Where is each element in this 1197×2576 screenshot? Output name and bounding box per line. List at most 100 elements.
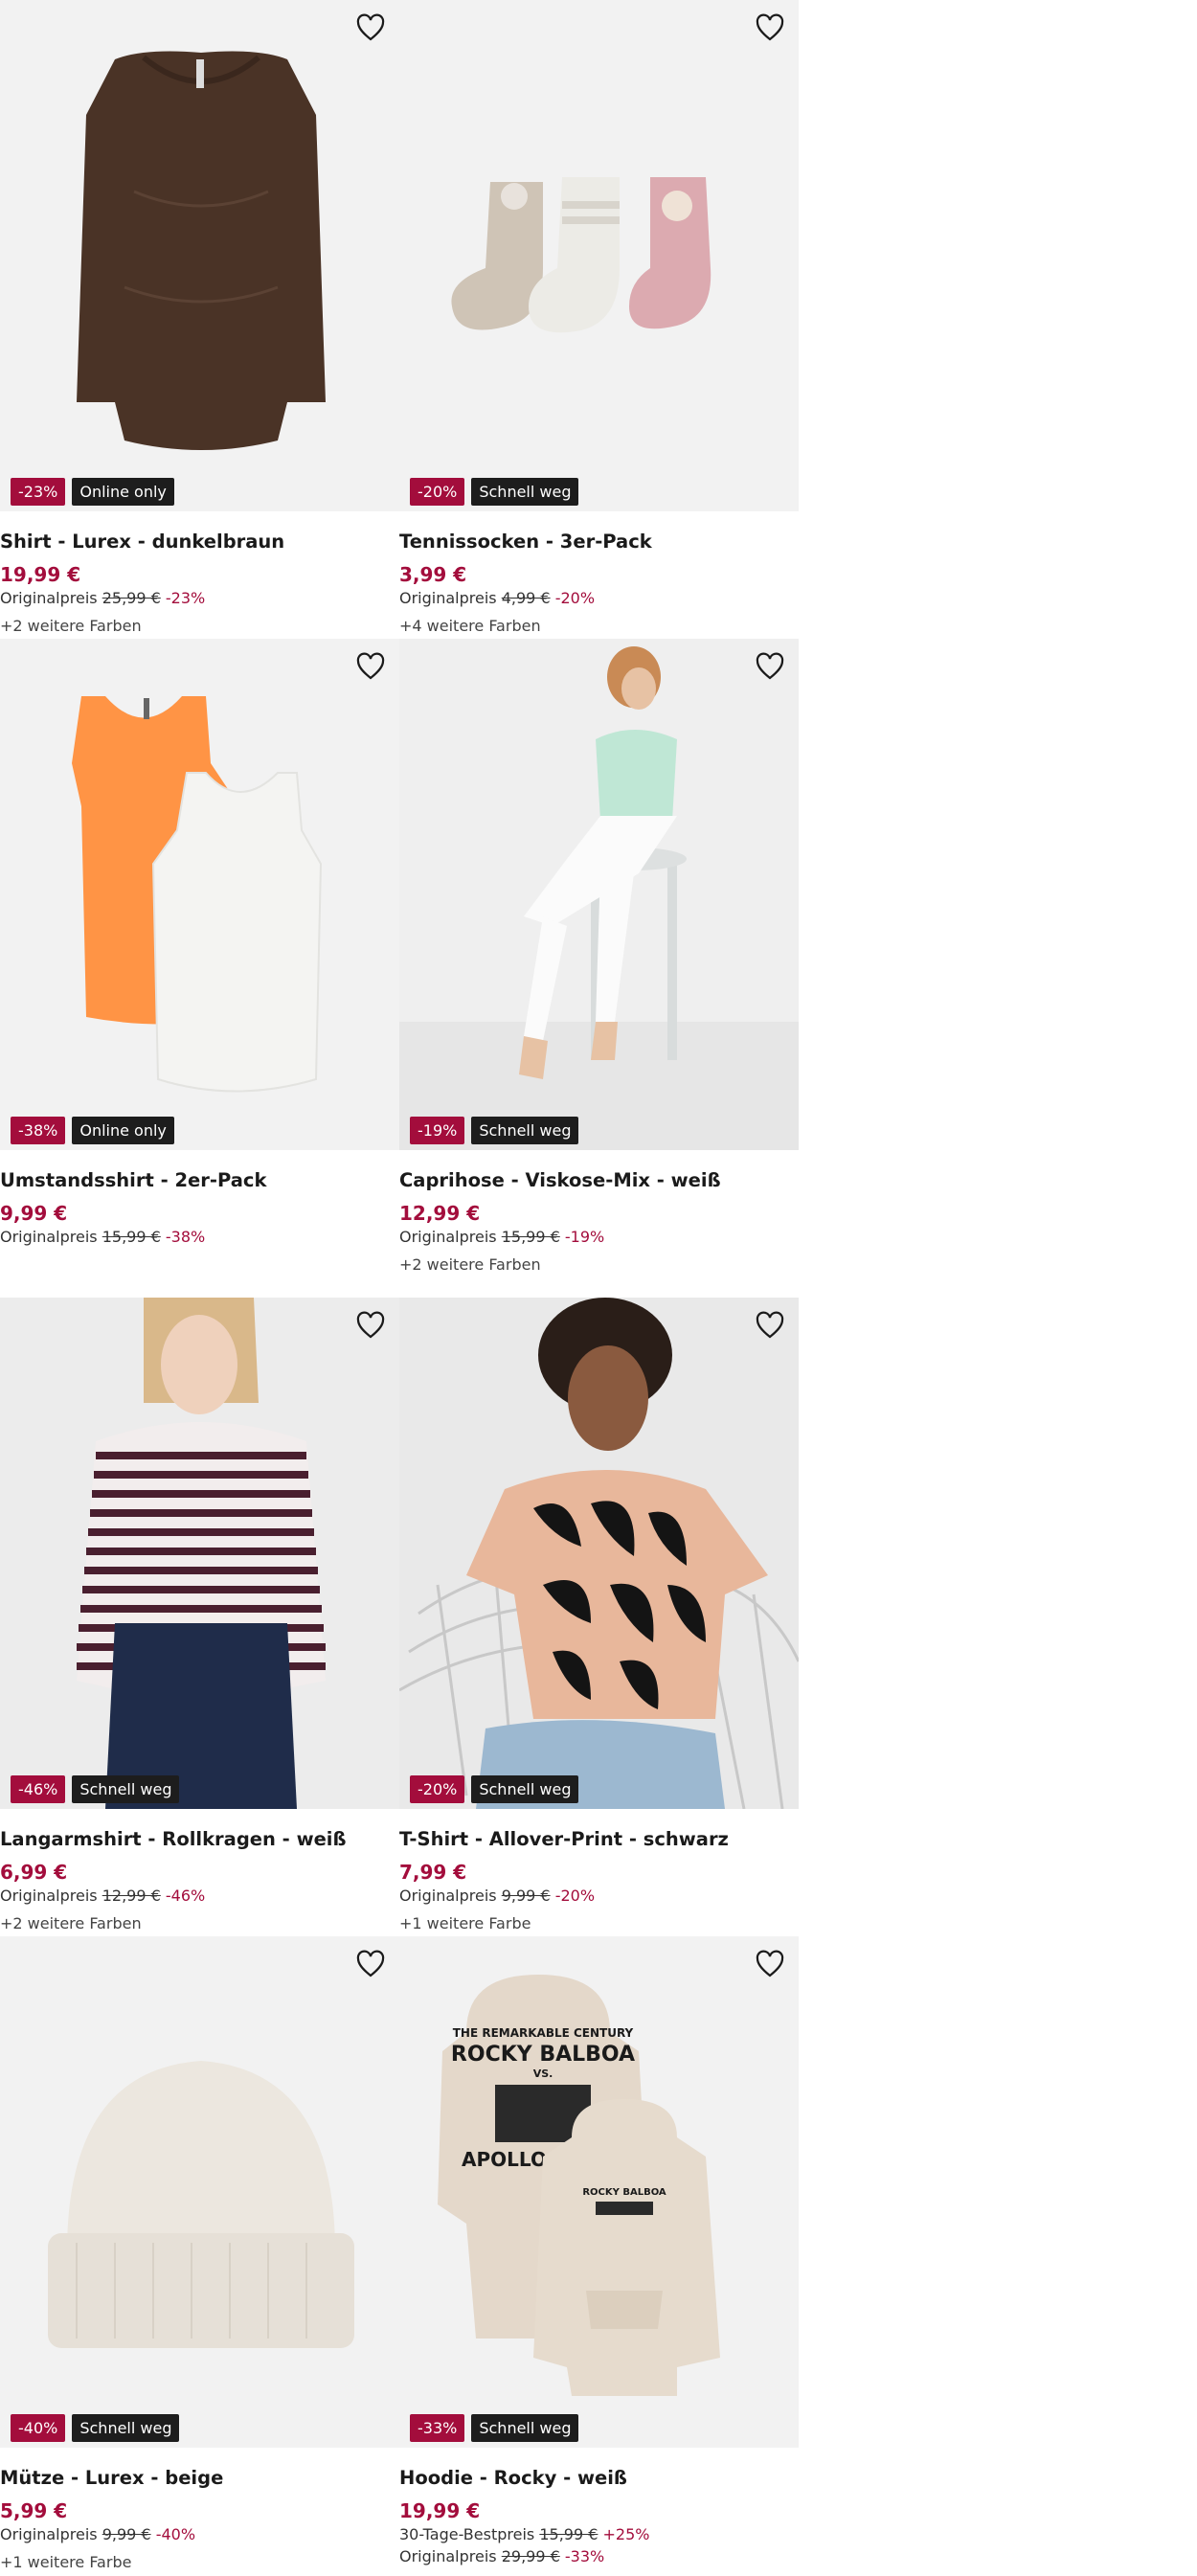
product-title[interactable]: Shirt - Lurex - dunkelbraun	[0, 529, 399, 555]
heart-outline-icon[interactable]	[355, 1311, 386, 1340]
old-price: 15,99 €	[501, 1228, 560, 1246]
model-capri-image	[399, 646, 799, 1150]
price-line: Originalpreis 9,99 € -20%	[399, 1885, 799, 1907]
price-line-label: 30-Tage-Bestpreis	[399, 2525, 535, 2543]
more-colors[interactable]: +2 weitere Farben	[0, 614, 399, 638]
price-line-label: Originalpreis	[399, 1887, 497, 1905]
flag-badge: Schnell weg	[471, 1117, 579, 1144]
price-line: Originalpreis 9,99 € -40%	[0, 2523, 399, 2545]
more-colors[interactable]: +1 weitere Farbe	[399, 1911, 799, 1935]
discount-badge: -40%	[11, 2414, 66, 2442]
price-line: Originalpreis 4,99 € -20%	[399, 587, 799, 609]
product-image[interactable]: -38% Online only	[0, 639, 399, 1150]
badge-row: -33% Schnell weg	[410, 2414, 579, 2442]
flag-badge: Schnell weg	[72, 2414, 180, 2442]
hoodies-image: THE REMARKABLE CENTURY ROCKY BALBOA VS. …	[438, 1975, 720, 2396]
more-colors[interactable]: +1 weitere Farbe	[0, 2550, 399, 2574]
product-image[interactable]: -46% Schnell weg	[0, 1298, 399, 1809]
product-price: 3,99 €	[399, 563, 467, 586]
badge-row: -38% Online only	[11, 1117, 174, 1144]
product-price: 12,99 €	[399, 1202, 481, 1225]
flag-badge: Schnell weg	[471, 2414, 579, 2442]
discount-badge: -20%	[410, 1775, 465, 1803]
old-price: 9,99 €	[501, 1887, 551, 1905]
heart-outline-icon[interactable]	[355, 1950, 386, 1978]
old-price: 15,99 €	[539, 2525, 598, 2543]
product-info: Caprihose - Viskose-Mix - weiß 12,99 € O…	[399, 1150, 799, 1277]
price-line: Originalpreis 15,99 € -38%	[0, 1226, 399, 1248]
product-title[interactable]: Langarmshirt - Rollkragen - weiß	[0, 1826, 399, 1853]
product-info: Tennissocken - 3er-Pack 3,99 € Originalp…	[399, 511, 799, 638]
price-line-label: Originalpreis	[0, 2525, 98, 2543]
price-line-label: Originalpreis	[399, 1228, 497, 1246]
flag-badge: Schnell weg	[471, 1775, 579, 1803]
product-title[interactable]: Mütze - Lurex - beige	[0, 2465, 399, 2492]
discount-badge: -19%	[410, 1117, 465, 1144]
flag-badge: Schnell weg	[471, 478, 579, 506]
product-image[interactable]: -20% Schnell weg	[399, 0, 799, 511]
price-line: Originalpreis 29,99 € -33%	[399, 2545, 799, 2567]
product-title[interactable]: Tennissocken - 3er-Pack	[399, 529, 799, 555]
heart-outline-icon[interactable]	[755, 1950, 785, 1978]
more-colors[interactable]: +2 weitere Farben	[399, 1253, 799, 1277]
product-image[interactable]: -19% Schnell weg	[399, 639, 799, 1150]
price-line-label: Originalpreis	[399, 589, 497, 607]
price-percent: -40%	[155, 2525, 196, 2543]
more-colors[interactable]: +2 weitere Farben	[0, 1911, 399, 1935]
price-percent: -38%	[165, 1228, 206, 1246]
product-image[interactable]: -40% Schnell weg	[0, 1936, 399, 2448]
product-image[interactable]: THE REMARKABLE CENTURY ROCKY BALBOA VS. …	[399, 1936, 799, 2448]
product-title[interactable]: Hoodie - Rocky - weiß	[399, 2465, 799, 2492]
old-price: 4,99 €	[501, 589, 551, 607]
price-line: Originalpreis 12,99 € -46%	[0, 1885, 399, 1907]
product-image[interactable]: -20% Schnell weg	[399, 1298, 799, 1809]
product-price: 6,99 €	[0, 1861, 68, 1884]
product-info: Umstandsshirt - 2er-Pack 9,99 € Original…	[0, 1150, 399, 1277]
price-percent: -20%	[554, 1887, 596, 1905]
discount-badge: -23%	[11, 478, 66, 506]
product-price: 19,99 €	[0, 563, 81, 586]
heart-outline-icon[interactable]	[755, 1311, 785, 1340]
product-price: 9,99 €	[0, 1202, 68, 1225]
product-price: 19,99 €	[399, 2499, 481, 2522]
heart-outline-icon[interactable]	[755, 652, 785, 681]
tank-tops-image	[72, 696, 323, 1093]
brown-shirt-image	[77, 51, 326, 450]
hoodie-print-line3: VS.	[533, 2068, 553, 2080]
product-price: 5,99 €	[0, 2499, 68, 2522]
product-title[interactable]: Caprihose - Viskose-Mix - weiß	[399, 1167, 799, 1194]
price-percent: -46%	[165, 1887, 206, 1905]
hoodie-print-line2: ROCKY BALBOA	[451, 2043, 635, 2067]
old-price: 15,99 €	[102, 1228, 161, 1246]
product-image[interactable]: -23% Online only	[0, 0, 399, 511]
price-line: 30-Tage-Bestpreis 15,99 € +25%	[399, 2523, 799, 2545]
product-info: Mütze - Lurex - beige 5,99 € Originalpre…	[0, 2448, 399, 2574]
heart-outline-icon[interactable]	[355, 13, 386, 42]
badge-row: -40% Schnell weg	[11, 2414, 180, 2442]
product-info: T-Shirt - Allover-Print - schwarz 7,99 €…	[399, 1809, 799, 1935]
discount-badge: -33%	[410, 2414, 465, 2442]
old-price: 29,99 €	[501, 2547, 560, 2565]
price-line-label: Originalpreis	[0, 1228, 98, 1246]
flag-badge: Online only	[72, 478, 174, 506]
price-percent: -33%	[564, 2547, 605, 2565]
flag-badge: Online only	[72, 1117, 174, 1144]
product-title[interactable]: Umstandsshirt - 2er-Pack	[0, 1167, 399, 1194]
heart-outline-icon[interactable]	[355, 652, 386, 681]
price-line-label: Originalpreis	[399, 2547, 497, 2565]
product-info: Langarmshirt - Rollkragen - weiß 6,99 € …	[0, 1809, 399, 1935]
price-line-label: Originalpreis	[0, 589, 98, 607]
price-percent: -19%	[564, 1228, 605, 1246]
product-title[interactable]: T-Shirt - Allover-Print - schwarz	[399, 1826, 799, 1853]
price-percent: -20%	[554, 589, 596, 607]
badge-row: -20% Schnell weg	[410, 478, 579, 506]
more-colors[interactable]	[0, 1253, 399, 1277]
badge-row: -20% Schnell weg	[410, 1775, 579, 1803]
product-info: Hoodie - Rocky - weiß 19,99 € 30-Tage-Be…	[399, 2448, 799, 2567]
old-price: 25,99 €	[102, 589, 161, 607]
discount-badge: -46%	[11, 1775, 66, 1803]
heart-outline-icon[interactable]	[755, 13, 785, 42]
old-price: 9,99 €	[102, 2525, 151, 2543]
more-colors[interactable]: +4 weitere Farben	[399, 614, 799, 638]
hoodie-print-line1: THE REMARKABLE CENTURY	[453, 2026, 634, 2040]
